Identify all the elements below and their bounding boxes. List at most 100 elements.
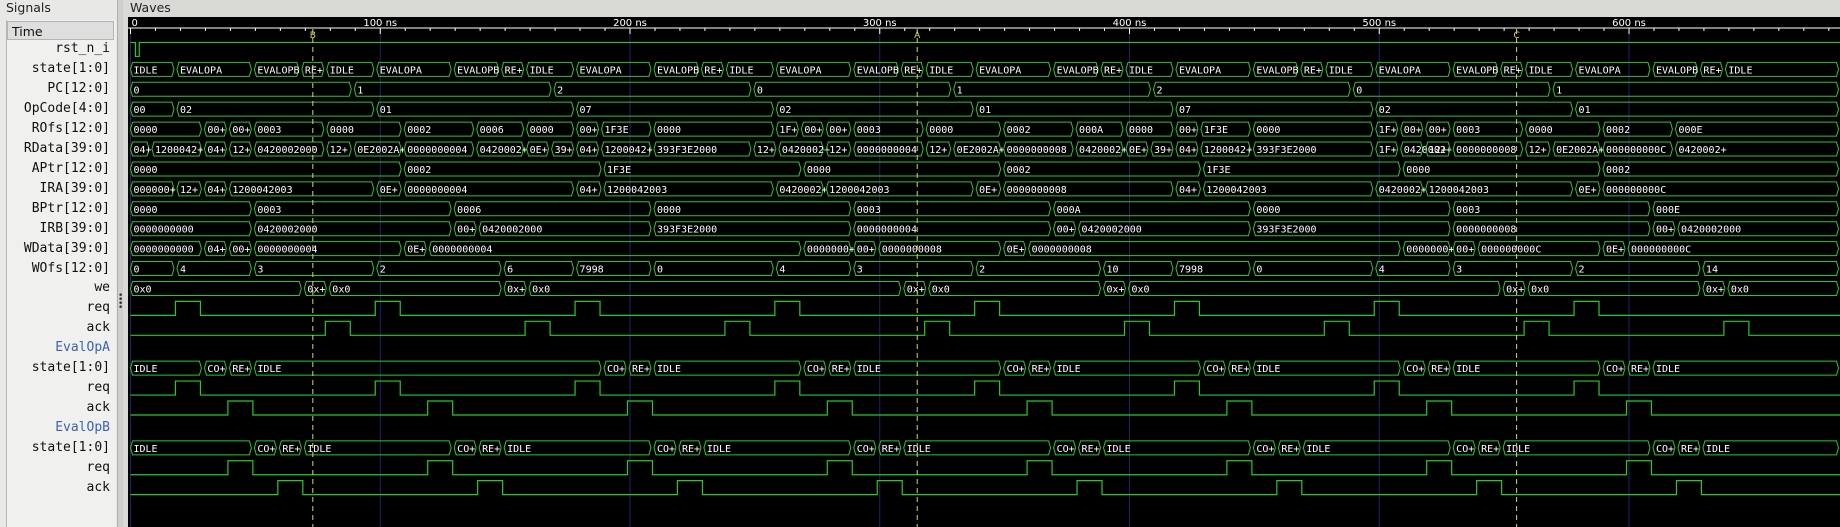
bus-value: 1200042003 <box>232 185 292 196</box>
signal-name[interactable]: ack <box>87 320 110 335</box>
bus-segment <box>853 201 1052 217</box>
signal-name[interactable]: ack <box>87 480 110 495</box>
signal-name[interactable]: state[1:0] <box>32 440 110 455</box>
bus-value: CO+ <box>257 444 275 455</box>
bus-value: IDLE <box>1456 364 1480 375</box>
bus-value: EVALOPA <box>1179 65 1221 76</box>
signal-name[interactable]: rst_n_i <box>55 41 110 56</box>
bus-value: 12+ <box>1429 145 1447 156</box>
bus-segment <box>603 161 802 177</box>
bus-value: EVALOPB <box>857 65 899 76</box>
bus-value: 0003 <box>857 205 881 216</box>
bus-value: 000A <box>1057 205 1081 216</box>
bus-value: 0420002+ <box>1079 145 1127 156</box>
bus-value: 000000000C <box>1481 245 1541 256</box>
bus-value: RE+ <box>1032 364 1050 375</box>
signal-name[interactable]: req <box>87 300 110 315</box>
bus-segment <box>853 261 974 277</box>
bus-value: RE+ <box>1082 444 1100 455</box>
signal-name[interactable]: APtr[12:0] <box>32 161 110 176</box>
bus-value: IDLE <box>1306 444 1330 455</box>
signal-name[interactable]: OpCode[4:0] <box>24 101 110 116</box>
bus-value: IDLE <box>1329 65 1353 76</box>
signal-name[interactable]: we <box>94 280 110 295</box>
splitter-grip-icon[interactable]: • • • • <box>118 292 123 313</box>
bus-segment <box>1252 261 1374 277</box>
bus-segment <box>403 161 602 177</box>
bus-value: 2 <box>1579 265 1585 276</box>
bus-value: IDLE <box>1656 364 1680 375</box>
bus-value: 0003 <box>1456 205 1480 216</box>
bus-value: 0000000008 <box>882 245 942 256</box>
bus-segment <box>376 261 502 277</box>
bus-value: IDLE <box>507 444 531 455</box>
bus-value: 4 <box>779 265 785 276</box>
signal-name[interactable]: EvalOpB <box>55 420 110 435</box>
bus-value: 0420002000 <box>482 225 542 236</box>
bus-value: RE+ <box>704 65 722 76</box>
signal-name[interactable]: state[1:0] <box>32 61 110 76</box>
bus-value: CO+ <box>1406 364 1424 375</box>
bus-value: CO+ <box>657 444 675 455</box>
bus-value: 0E2002A+ <box>1556 145 1604 156</box>
signal-name[interactable]: EvalOpA <box>55 340 110 355</box>
bus-value: CO+ <box>607 364 625 375</box>
signal-name[interactable]: WData[39:0] <box>24 241 110 256</box>
bit-waveform <box>130 41 1840 58</box>
bus-value: 0 <box>134 85 140 96</box>
bus-segment <box>753 81 952 97</box>
bus-value: 0000 <box>1256 125 1280 136</box>
signal-name[interactable]: IRB[39:0] <box>40 221 110 236</box>
pane-splitter[interactable] <box>117 0 123 527</box>
bus-value: 0x0 <box>932 284 950 295</box>
bus-value: 0003 <box>857 125 881 136</box>
marker-label: A <box>914 31 921 41</box>
signal-name[interactable]: WOfs[12:0] <box>32 261 110 276</box>
signal-list[interactable]: Time rst_n_i state[1:0] PC[12:0] OpCode[4:0… <box>6 20 116 527</box>
bus-value: 0002 <box>1606 165 1630 176</box>
bus-value: EVALOPB <box>1456 65 1498 76</box>
signal-name[interactable]: req <box>87 460 110 475</box>
bus-value: 0E+ <box>407 245 425 256</box>
bus-value: 0E+ <box>979 185 997 196</box>
bus-value: 00 <box>134 105 146 116</box>
signal-name[interactable]: BPtr[12:0] <box>32 201 110 216</box>
waveform-canvas[interactable]: 0 100 ns 200 ns 300 ns 400 ns 500 ns 600 ns IDL… <box>128 17 1840 527</box>
bus-value: 0x+ <box>907 284 925 295</box>
bus-value: 00+ <box>580 125 598 136</box>
signal-name[interactable]: IRA[39:0] <box>40 181 110 196</box>
bus-value: 0000 <box>134 205 158 216</box>
signal-name[interactable]: req <box>87 380 110 395</box>
bus-value: IDLE <box>1129 65 1153 76</box>
bus-value: 0000000008 <box>1007 145 1067 156</box>
bus-value: CO+ <box>1256 444 1274 455</box>
waves-pane[interactable]: 0 100 ns 200 ns 300 ns 400 ns 500 ns 600 ns IDL… <box>128 17 1840 527</box>
bus-value: 0E+ <box>530 145 548 156</box>
signal-name[interactable]: ROfs[12:0] <box>32 121 110 136</box>
bus-value: 0x0 <box>332 284 350 295</box>
bit-waveform <box>130 400 1840 416</box>
bus-value: 0000 <box>134 125 158 136</box>
bus-segment <box>1575 261 1701 277</box>
bus-value: 0006 <box>480 125 504 136</box>
bus-segment <box>1602 161 1840 177</box>
signal-name[interactable]: PC[12:0] <box>47 81 110 96</box>
bus-value: 0x+ <box>1107 284 1125 295</box>
bus-value: 0000000008 <box>1032 245 1092 256</box>
bus-value: 0000000+ <box>807 245 855 256</box>
signal-name[interactable]: RData[39:0] <box>24 141 110 156</box>
bus-value: 12+ <box>929 145 947 156</box>
bus-value: 01 <box>380 105 392 116</box>
time-axis-label: 0 <box>132 18 138 29</box>
signal-name[interactable]: ack <box>87 400 110 415</box>
bus-value: 0000000000 <box>134 225 194 236</box>
bus-value: 0003 <box>257 125 281 136</box>
bus-value: EVALOPA <box>1579 65 1621 76</box>
bus-value: 0420002+ <box>1678 145 1726 156</box>
bus-value: 02 <box>180 105 192 116</box>
bus-value: 14 <box>1706 265 1718 276</box>
bus-value: 0 <box>1356 85 1362 96</box>
bus-value: 0003 <box>257 205 281 216</box>
bus-value: 7998 <box>580 265 604 276</box>
signal-name[interactable]: state[1:0] <box>32 360 110 375</box>
